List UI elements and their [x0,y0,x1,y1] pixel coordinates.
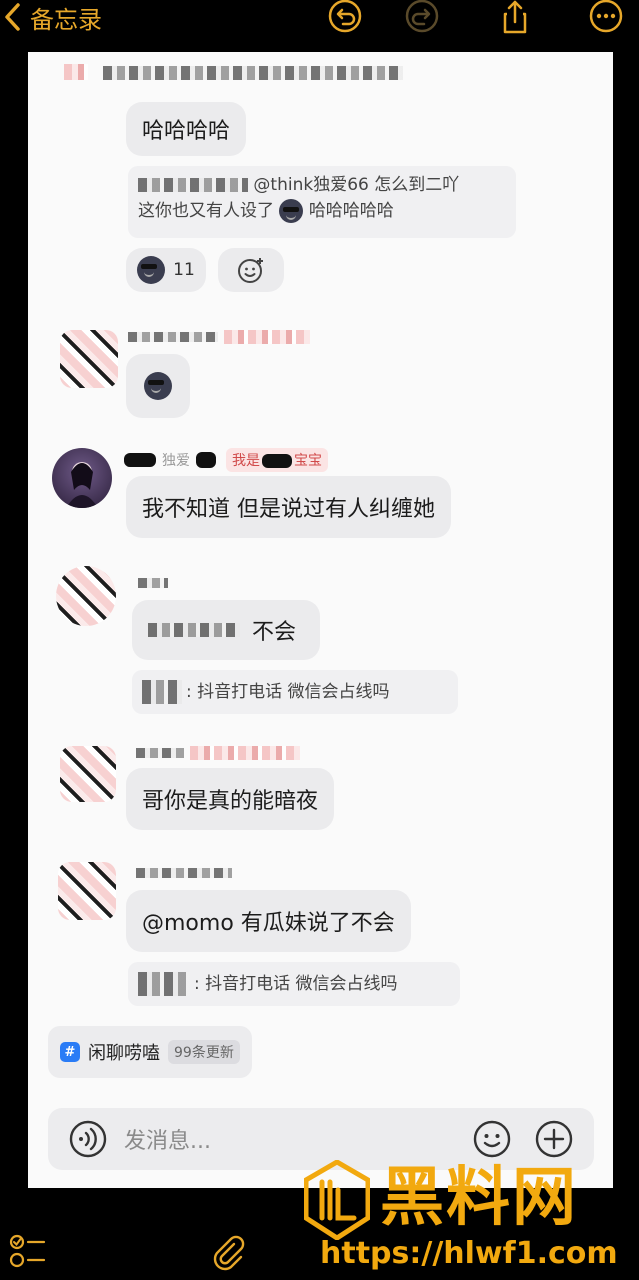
quote-reference: @think独爱66 怎么到二吖 [253,175,460,195]
emoji-icon[interactable] [472,1119,512,1159]
reaction-chip[interactable]: 11 [126,248,206,292]
back-button[interactable]: 备忘录 [0,0,102,34]
sender-name [136,746,300,760]
member-badge: 我是 宝宝 [226,448,328,472]
voice-icon[interactable] [68,1119,108,1159]
message-bubble[interactable]: @momo 有瓜妹说了不会 [126,890,411,952]
message-text: 不会 [252,620,297,645]
message-bubble[interactable]: 哈哈哈哈 [126,102,247,156]
watermark-text: 黑料网 [380,1161,578,1235]
quoted-message[interactable]: : 抖音打电话 微信会占线吗 [132,670,458,714]
add-reaction-button[interactable] [218,248,284,292]
message-bubble[interactable] [126,354,190,418]
sunglasses-emoji-icon [144,372,172,400]
quote-text: : 抖音打电话 微信会占线吗 [194,974,398,994]
profile-photo [66,462,98,508]
watermark-logo-icon [304,1160,370,1240]
message-bubble[interactable]: 哥你是真的能暗夜 [126,768,335,830]
add-emoji-icon [238,258,263,283]
avatar[interactable] [52,448,112,508]
sender-name [138,578,168,588]
checklist-icon[interactable] [8,1230,48,1270]
avatar[interactable] [60,330,118,388]
quote-text: : 抖音打电话 微信会占线吗 [186,682,390,702]
message-bubble[interactable]: 不会 [132,600,320,660]
share-icon[interactable] [497,0,533,36]
watermark-url: https://hlwf1.com [320,1236,618,1271]
message-text: 哥你是真的能暗夜 [142,789,319,814]
more-icon[interactable] [588,0,624,36]
sunglasses-emoji-icon [137,256,166,284]
sender-name-text: 独爱 [162,453,190,469]
quote-text: 这你也又有人设了 [138,201,274,221]
message-input[interactable]: 发消息... [124,1123,472,1155]
sender-name [136,868,232,878]
topic-tag[interactable]: # 闲聊唠嗑 99条更新 [48,1026,252,1078]
hashtag-icon: # [60,1042,80,1062]
quoted-message[interactable]: @think独爱66 怎么到二吖 这你也又有人设了 哈哈哈哈哈 [128,166,516,238]
sender-name [128,330,310,344]
quoted-message[interactable]: : 抖音打电话 微信会占线吗 [128,962,460,1006]
avatar[interactable] [60,746,116,802]
redaction-mark [124,453,156,467]
back-label: 备忘录 [30,5,102,34]
blurred-name [142,680,182,704]
blurred-name [138,178,248,192]
add-icon[interactable] [534,1119,574,1159]
watermark: 黑料网 https://hlwf1.com [300,1156,639,1280]
paperclip-icon[interactable] [206,1232,246,1272]
message-text: 我不知道 但是说过有人纠缠她 [142,497,435,522]
avatar[interactable] [58,862,116,920]
sunglasses-emoji-icon [279,199,304,223]
reaction-count: 11 [173,260,195,280]
notes-toolbar: 备忘录 [0,0,639,48]
quote-laugh: 哈哈哈哈哈 [308,201,394,221]
message-text: @momo 有瓜妹说了不会 [142,911,395,936]
topic-label: 闲聊唠嗑 [88,1043,160,1064]
message-bubble[interactable]: 我不知道 但是说过有人纠缠她 [126,476,451,538]
chat-screenshot: 哈哈哈哈 @think独爱66 怎么到二吖 这你也又有人设了 哈哈哈哈哈 11 … [28,52,613,1188]
redo-icon[interactable] [404,0,440,36]
redaction-mark [196,452,216,468]
chevron-left-icon [0,0,28,34]
message-text: 哈哈哈哈 [142,119,231,144]
sender-name: 独爱 我是 宝宝 [124,448,328,472]
undo-icon[interactable] [327,0,363,36]
topic-update-count: 99条更新 [168,1040,240,1064]
avatar[interactable] [56,566,116,626]
blurred-mention [148,623,240,637]
blurred-name [138,972,190,996]
blurred-header [64,64,404,84]
